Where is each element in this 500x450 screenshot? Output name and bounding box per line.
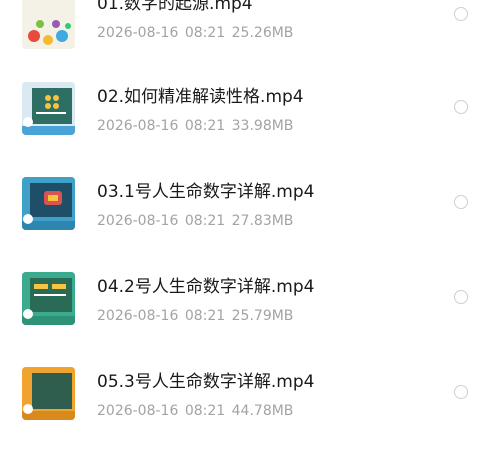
video-thumbnail [22, 367, 75, 420]
file-time: 08:21 [184, 403, 226, 419]
file-title: 01.数字的起源.mp4 [97, 0, 253, 14]
file-size: 25.26MB [231, 25, 294, 41]
file-time: 08:21 [184, 25, 226, 41]
file-size: 27.83MB [231, 213, 294, 229]
select-radio[interactable] [454, 290, 468, 304]
file-size: 25.79MB [231, 308, 294, 324]
file-date: 2026-08-16 [97, 308, 179, 324]
file-time: 08:21 [184, 308, 226, 324]
file-time: 08:21 [184, 118, 226, 134]
file-time: 08:21 [184, 213, 226, 229]
file-item[interactable]: 02.如何精准解读性格.mp4 2026-08-16 08:21 33.98MB [0, 70, 500, 165]
video-thumbnail [22, 272, 75, 325]
select-radio[interactable] [454, 195, 468, 209]
file-item[interactable]: 03.1号人生命数字详解.mp4 2026-08-16 08:21 27.83M… [0, 165, 500, 260]
file-date: 2026-08-16 [97, 403, 179, 419]
file-meta: 2026-08-16 08:21 33.98MB [97, 117, 293, 135]
file-date: 2026-08-16 [97, 213, 179, 229]
select-radio[interactable] [454, 7, 468, 21]
file-title: 03.1号人生命数字详解.mp4 [97, 182, 315, 202]
file-meta: 2026-08-16 08:21 44.78MB [97, 402, 293, 420]
file-item[interactable]: 04.2号人生命数字详解.mp4 2026-08-16 08:21 25.79M… [0, 260, 500, 355]
file-meta: 2026-08-16 08:21 27.83MB [97, 212, 293, 230]
file-item[interactable]: 05.3号人生命数字详解.mp4 2026-08-16 08:21 44.78M… [0, 355, 500, 450]
file-title: 04.2号人生命数字详解.mp4 [97, 277, 315, 297]
select-radio[interactable] [454, 385, 468, 399]
file-size: 44.78MB [231, 403, 294, 419]
file-list-screen: { "files": [ {"title":"01.数字的起源.mp4","da… [0, 0, 500, 430]
select-radio[interactable] [454, 100, 468, 114]
file-date: 2026-08-16 [97, 118, 179, 134]
file-meta: 2026-08-16 08:21 25.26MB [97, 24, 293, 42]
file-date: 2026-08-16 [97, 25, 179, 41]
file-item[interactable]: 01.数字的起源.mp4 2026-08-16 08:21 25.26MB [0, 0, 500, 69]
file-meta: 2026-08-16 08:21 25.79MB [97, 307, 293, 325]
file-title: 02.如何精准解读性格.mp4 [97, 87, 304, 107]
video-thumbnail [22, 82, 75, 135]
file-size: 33.98MB [231, 118, 294, 134]
file-title: 05.3号人生命数字详解.mp4 [97, 372, 315, 392]
video-thumbnail [22, 0, 75, 49]
video-thumbnail [22, 177, 75, 230]
